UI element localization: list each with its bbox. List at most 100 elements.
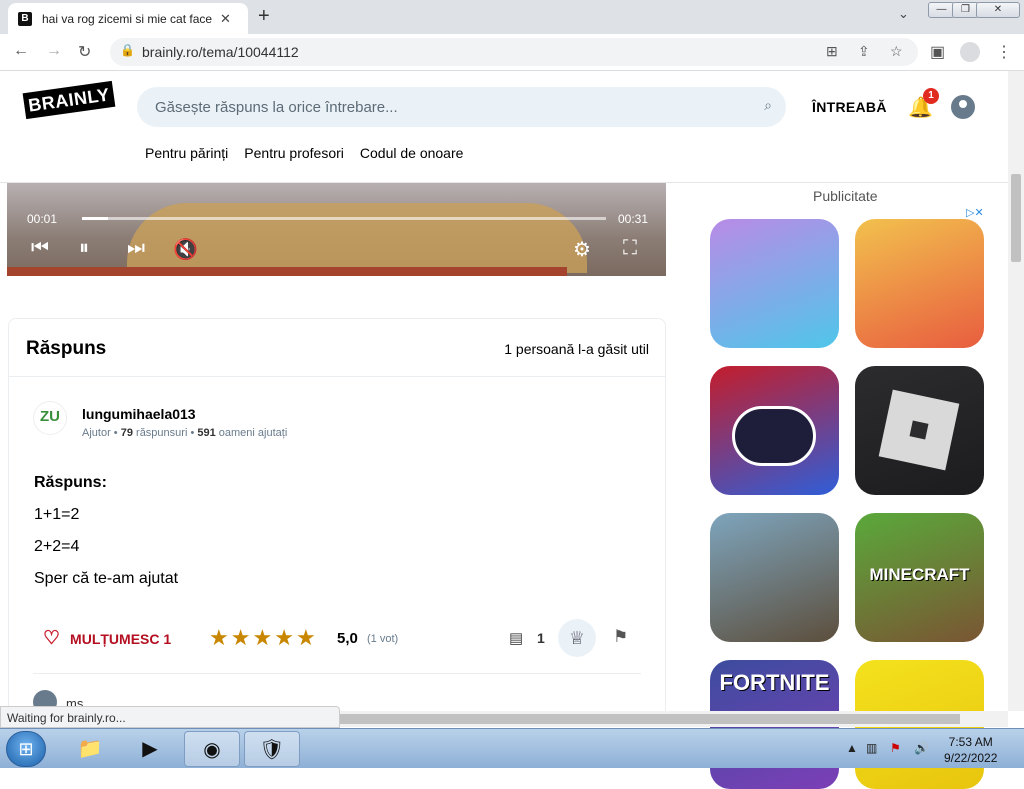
- scroll-thumb[interactable]: [340, 714, 960, 724]
- nav-parents-link[interactable]: Pentru părinți: [145, 145, 228, 161]
- roblox-logo-icon: [878, 389, 960, 471]
- search-input[interactable]: [155, 96, 735, 118]
- tab-search-chevron-icon[interactable]: ⌄: [898, 6, 909, 22]
- scroll-thumb[interactable]: [1011, 174, 1021, 262]
- menu-kebab-icon[interactable]: ⋮: [996, 42, 1012, 62]
- action-center-icon[interactable]: ⚑: [890, 741, 901, 755]
- brainliest-crown-icon[interactable]: ♕: [558, 619, 596, 657]
- answer-header: Răspuns 1 persoană l-a găsit util: [9, 319, 665, 377]
- browser-tab[interactable]: B hai va rog zicemi si mie cat face ✕: [8, 3, 248, 34]
- nav-teachers-link[interactable]: Pentru profesori: [244, 145, 344, 161]
- video-current-time: 00:01: [27, 212, 58, 226]
- side-panel-icon[interactable]: ▣: [930, 42, 945, 62]
- clock-date: 9/22/2022: [944, 751, 998, 765]
- star-icon[interactable]: ★: [231, 625, 251, 651]
- divider: [33, 673, 641, 674]
- minimize-button[interactable]: —: [928, 2, 955, 18]
- user-avatar[interactable]: [951, 95, 975, 119]
- ad-app-tile[interactable]: [710, 219, 839, 348]
- secondary-nav: Pentru părinți Pentru profesori Codul de…: [145, 145, 463, 161]
- comment-icon[interactable]: ▤: [509, 629, 523, 647]
- muted-volume-icon[interactable]: 🔇: [173, 237, 198, 262]
- video-player[interactable]: 00:01 00:31 ⏮ ⏸ ⏭ 🔇 ⚙ ⛶: [7, 183, 666, 276]
- video-total-time: 00:31: [618, 212, 649, 226]
- author-avatar[interactable]: ZU: [33, 401, 67, 435]
- ad-app-tile[interactable]: MINECRAFT: [855, 513, 984, 642]
- taskbar: ⊞ 📁 ▶ ◉ 🛡 ▲ ▥ ⚑ 🔊 7:53 AM 9/22/2022: [0, 728, 1024, 768]
- heart-icon: ♡: [43, 628, 61, 649]
- star-icon[interactable]: ★: [252, 625, 272, 651]
- start-button[interactable]: ⊞: [6, 731, 46, 767]
- nav-honor-code-link[interactable]: Codul de onoare: [360, 145, 464, 161]
- answer-actions: ♡ MULȚUMESC 1 ★ ★ ★ ★ ★ 5,0 (1 vot) ▤ 1 ♕ ⚑: [9, 619, 665, 659]
- system-clock[interactable]: 7:53 AM 9/22/2022: [944, 734, 997, 766]
- author-meta: Ajutor • 79 răspunsuri • 591 oameni ajut…: [82, 427, 288, 439]
- previous-icon[interactable]: ⏮: [31, 237, 49, 260]
- settings-gear-icon[interactable]: ⚙: [573, 237, 591, 262]
- video-progress-bar[interactable]: [82, 217, 606, 220]
- ad-app-tile[interactable]: [710, 513, 839, 642]
- answer-line: 2+2=4: [34, 538, 80, 555]
- search-icon[interactable]: ⌕: [764, 97, 772, 114]
- star-icon[interactable]: ★: [296, 625, 316, 651]
- forward-icon[interactable]: →: [46, 42, 62, 60]
- volume-icon[interactable]: 🔊: [914, 741, 929, 755]
- notification-badge: 1: [923, 88, 939, 104]
- new-tab-icon[interactable]: +: [258, 5, 270, 28]
- helpful-count: 1 persoană l-a găsit util: [504, 341, 649, 357]
- comments-count[interactable]: 1: [537, 630, 545, 646]
- rating-stars[interactable]: ★ ★ ★ ★ ★: [209, 625, 316, 651]
- author-name[interactable]: lungumihaela013: [82, 406, 196, 422]
- star-icon[interactable]: ★: [274, 625, 294, 651]
- file-explorer-icon[interactable]: 📁: [62, 731, 118, 767]
- fullscreen-icon[interactable]: ⛶: [623, 237, 637, 260]
- ad-app-tile[interactable]: [710, 366, 839, 495]
- chrome-icon[interactable]: ◉: [184, 731, 240, 767]
- answer-body-label: Răspuns:: [34, 474, 107, 491]
- network-icon[interactable]: ▥: [866, 741, 877, 755]
- profile-icon[interactable]: [960, 42, 980, 62]
- video-progress-fill: [82, 217, 109, 220]
- close-window-button[interactable]: ✕: [976, 2, 1020, 18]
- url-text[interactable]: brainly.ro/tema/10044112: [142, 44, 299, 60]
- browser-toolbar: ← → ↻ 🔒 brainly.ro/tema/10044112 ⊞ ⇪ ☆ ▣…: [0, 34, 1024, 71]
- translate-icon[interactable]: ⊞: [826, 43, 838, 60]
- thanks-button[interactable]: ♡ MULȚUMESC 1: [43, 627, 171, 650]
- next-icon[interactable]: ⏭: [127, 237, 145, 260]
- close-tab-icon[interactable]: ✕: [220, 11, 231, 27]
- vertical-scrollbar[interactable]: [1008, 71, 1024, 711]
- pause-icon[interactable]: ⏸: [79, 237, 89, 260]
- helped-label: oameni ajutați: [218, 427, 288, 439]
- video-frame-stripe: [7, 267, 567, 276]
- star-icon[interactable]: ★: [209, 625, 229, 651]
- show-hidden-icons-icon[interactable]: ▲: [846, 741, 858, 755]
- ad-choices-icon[interactable]: ▷✕: [966, 206, 984, 219]
- search-bar: ⌕: [137, 87, 786, 127]
- report-flag-icon[interactable]: ⚑: [613, 627, 628, 647]
- security-shield-icon[interactable]: 🛡: [244, 731, 300, 767]
- thanks-count: 1: [163, 630, 172, 647]
- restore-button[interactable]: ❐: [952, 2, 979, 18]
- ask-question-button[interactable]: ÎNTREABĂ: [812, 99, 887, 115]
- reload-icon[interactable]: ↻: [78, 42, 91, 62]
- lock-icon[interactable]: 🔒: [120, 43, 135, 57]
- status-bar: Waiting for brainly.ro...: [0, 706, 340, 728]
- answer-title: Răspuns: [26, 338, 107, 359]
- back-icon[interactable]: ←: [13, 42, 29, 60]
- ad-app-tile[interactable]: [855, 219, 984, 348]
- ad-app-name: FORTNITE: [719, 670, 830, 695]
- ads-label: Publicitate: [813, 188, 878, 204]
- bookmark-star-icon[interactable]: ☆: [890, 43, 903, 60]
- address-bar[interactable]: 🔒 brainly.ro/tema/10044112 ⊞ ⇪ ☆: [110, 38, 918, 66]
- rating-votes: (1 vot): [367, 633, 399, 645]
- site-header: BRAINLY ⌕ ÎNTREABĂ 🔔 1 Pentru părinți Pe…: [0, 71, 1008, 183]
- monster-face-icon: [732, 406, 816, 466]
- ad-app-tile[interactable]: [855, 366, 984, 495]
- brainly-logo[interactable]: BRAINLY: [22, 80, 116, 120]
- share-icon[interactable]: ⇪: [858, 43, 870, 60]
- answer-line: Sper că te-am ajutat: [34, 570, 179, 587]
- answer-line: 1+1=2: [34, 506, 80, 523]
- media-player-icon[interactable]: ▶: [122, 731, 178, 767]
- horizontal-scrollbar[interactable]: [340, 711, 1008, 727]
- tab-strip: B hai va rog zicemi si mie cat face ✕ + …: [0, 0, 1024, 34]
